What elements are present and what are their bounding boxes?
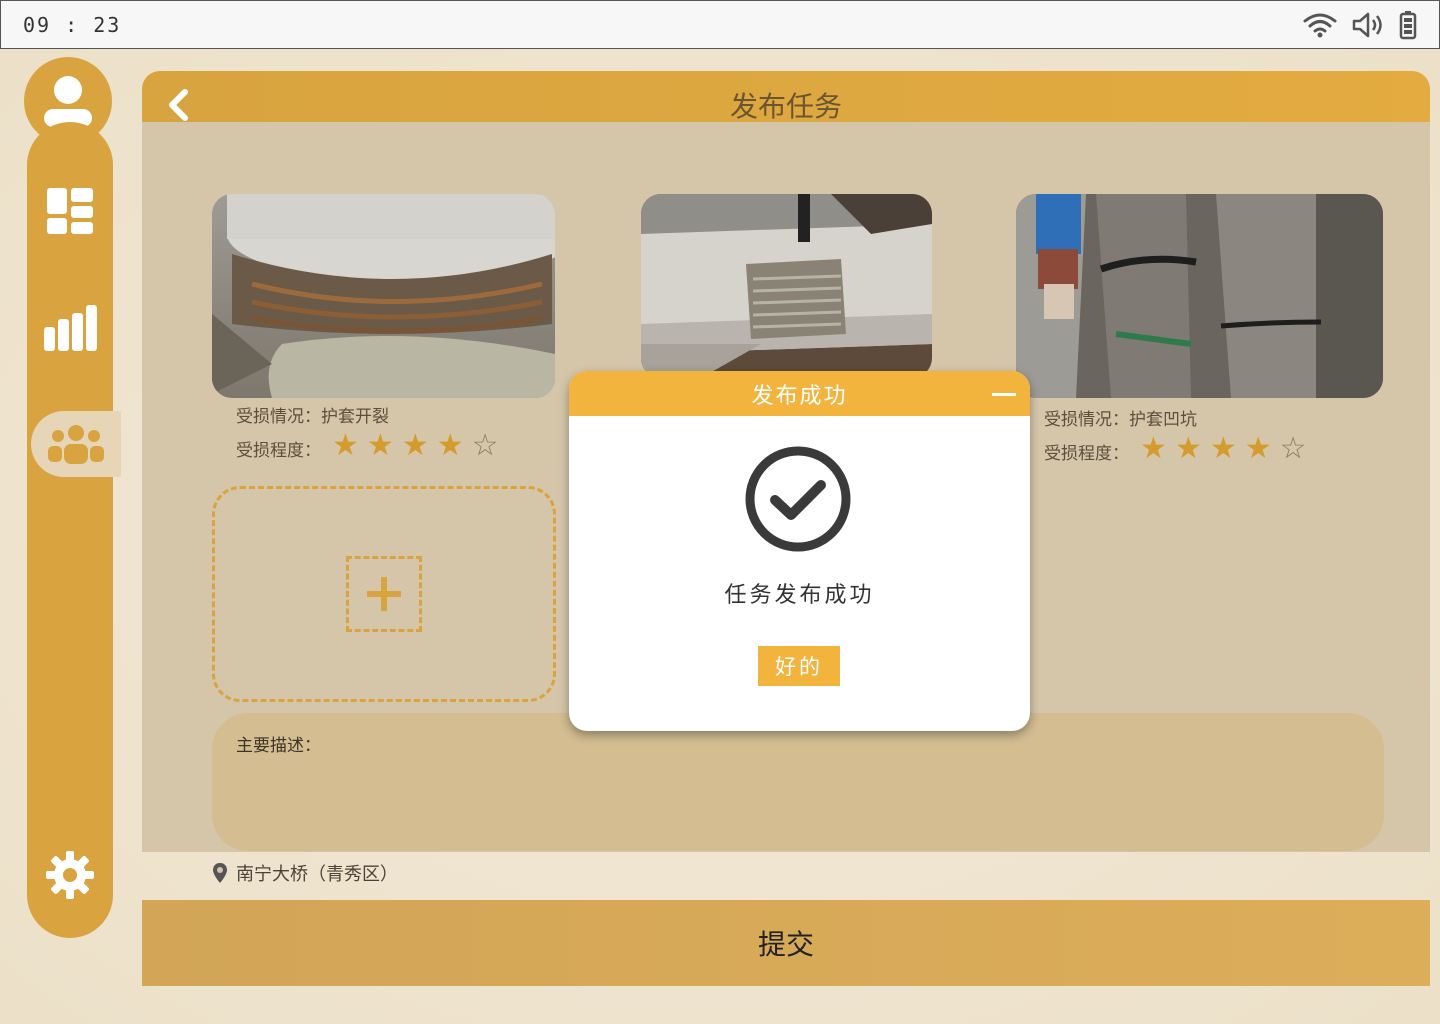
star-filled[interactable]: ★ (437, 431, 464, 461)
photo-1-severity-label: 受损程度： (236, 441, 321, 461)
photo-3-severity-label: 受损程度： (1044, 444, 1129, 464)
description-field[interactable]: 主要描述： (212, 713, 1384, 851)
sidebar-item-stats[interactable] (27, 294, 113, 360)
bar-chart-icon (44, 305, 97, 351)
damage-value: 护套开裂 (321, 407, 389, 427)
sidebar-item-settings[interactable] (27, 842, 113, 908)
star-filled[interactable]: ★ (402, 431, 429, 461)
star-filled[interactable]: ★ (332, 431, 359, 461)
gear-icon (46, 851, 94, 899)
damage-value: 护套凹坑 (1129, 410, 1197, 430)
photo-1-damage: 受损情况：护套开裂 (236, 402, 389, 427)
damage-photo-2[interactable] (641, 194, 932, 378)
success-dialog: 发布成功 任务发布成功 好的 (569, 371, 1030, 731)
minus-icon (992, 392, 1016, 396)
sidebar-item-dashboard[interactable] (27, 178, 113, 244)
submit-button[interactable]: 提交 (142, 900, 1430, 986)
map-pin-icon (213, 863, 227, 883)
rating-stars-1[interactable]: ★ ★ ★ ★ ☆ (332, 431, 499, 461)
star-filled[interactable]: ★ (1210, 434, 1237, 464)
page-title: 发布任务 (729, 90, 842, 123)
wifi-icon (1303, 13, 1337, 37)
status-icons (1303, 10, 1417, 40)
plus-frame (346, 556, 422, 632)
plus-icon (367, 577, 401, 611)
dialog-message: 任务发布成功 (724, 583, 875, 608)
star-empty[interactable]: ☆ (1280, 434, 1307, 464)
sidebar-item-team[interactable] (31, 411, 121, 477)
rating-stars-3[interactable]: ★ ★ ★ ★ ☆ (1140, 434, 1307, 464)
status-bar: 09 : 23 (0, 0, 1440, 49)
check-circle-icon (745, 446, 851, 552)
clock: 09 : 23 (23, 12, 122, 37)
dialog-title: 发布成功 (751, 383, 848, 409)
chevron-left-icon (169, 89, 188, 121)
photo-cable-crack (212, 194, 555, 398)
star-filled[interactable]: ★ (1140, 434, 1167, 464)
photo-cable-dent (1016, 194, 1383, 398)
battery-icon (1399, 10, 1417, 39)
add-photo-button[interactable] (212, 486, 556, 702)
photo-3-damage: 受损情况：护套凹坑 (1044, 405, 1197, 430)
star-filled[interactable]: ★ (1175, 434, 1202, 464)
star-filled[interactable]: ★ (367, 431, 394, 461)
star-filled[interactable]: ★ (1245, 434, 1272, 464)
dashboard-icon (47, 188, 93, 234)
minimize-button[interactable] (992, 383, 1016, 405)
photo-cable-sheath (641, 194, 932, 378)
location-text: 南宁大桥（青秀区） (236, 864, 398, 885)
users-icon (48, 425, 104, 464)
damage-label: 受损情况： (1044, 410, 1129, 430)
damage-photo-1[interactable] (212, 194, 555, 398)
back-button[interactable] (158, 85, 198, 125)
location[interactable]: 南宁大桥（青秀区） (212, 860, 398, 886)
damage-photo-3[interactable] (1016, 194, 1383, 398)
ok-button[interactable]: 好的 (758, 646, 840, 686)
sidebar (27, 122, 121, 938)
damage-label: 受损情况： (236, 407, 321, 427)
description-label: 主要描述： (236, 736, 321, 756)
volume-icon (1352, 12, 1382, 37)
star-empty[interactable]: ☆ (472, 431, 499, 461)
dialog-header: 发布成功 (569, 371, 1030, 416)
